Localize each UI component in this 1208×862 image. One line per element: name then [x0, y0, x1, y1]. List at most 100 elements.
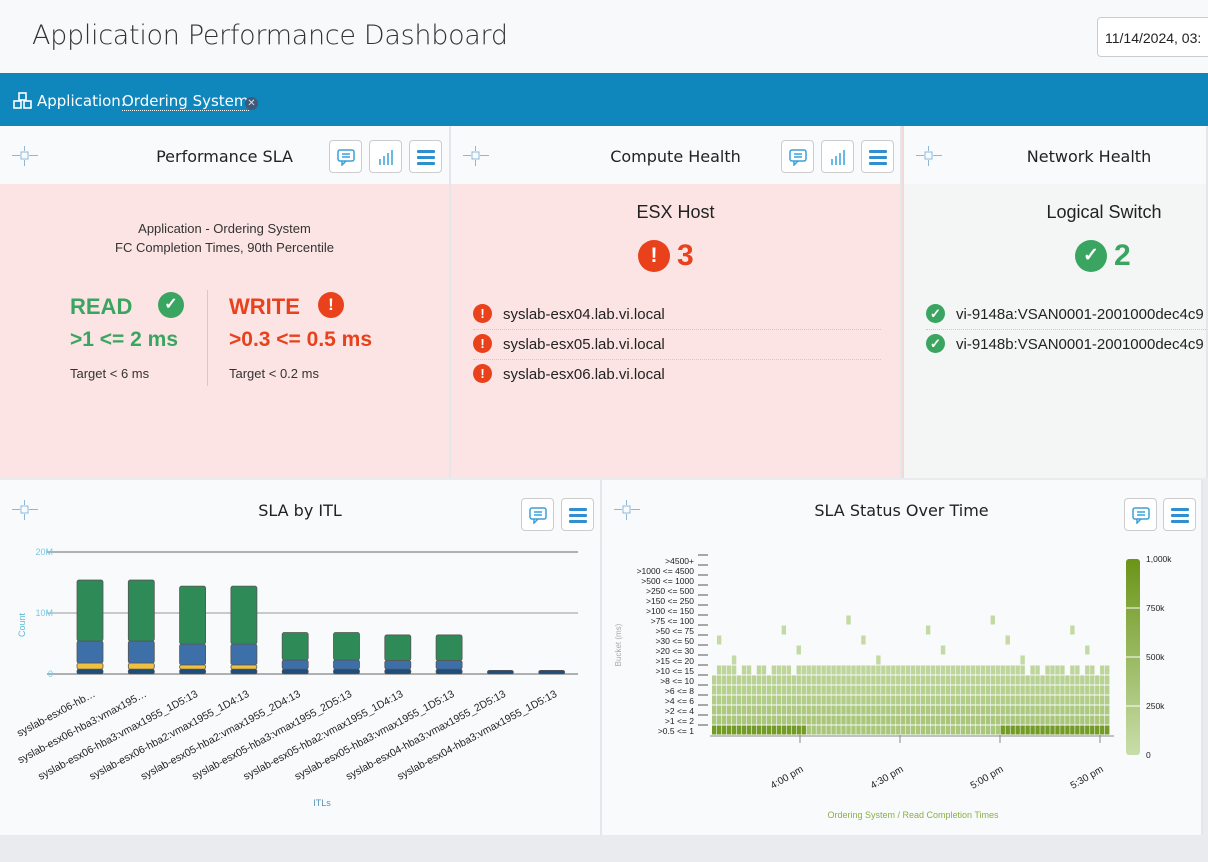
heat-cell	[1005, 715, 1010, 725]
bar-segment[interactable]	[333, 659, 360, 670]
bar-segment[interactable]	[76, 640, 104, 664]
heat-cell	[811, 665, 816, 675]
bar-segment[interactable]	[281, 659, 309, 670]
datetime-picker[interactable]: 11/14/2024, 03:	[1097, 17, 1208, 57]
bar-segment[interactable]	[538, 669, 566, 675]
menu-button[interactable]	[861, 140, 894, 173]
heat-cell	[726, 725, 732, 735]
heat-cell	[935, 665, 941, 675]
list-item[interactable]: ✓ vi-9148b:VSAN0001-2001000dec4c9	[926, 330, 1206, 360]
heat-cell	[1050, 705, 1055, 715]
heat-cell	[776, 705, 782, 715]
heat-cell	[821, 725, 826, 735]
bar-segment[interactable]	[435, 634, 463, 661]
heat-cell	[1070, 695, 1075, 705]
y-tick-label: >100 <= 150	[646, 606, 694, 616]
bar-segment[interactable]	[230, 664, 258, 670]
heat-cell	[856, 705, 861, 715]
comment-button[interactable]	[1124, 498, 1157, 531]
filter-value-link[interactable]: Ordering System	[122, 92, 249, 111]
bar-segment[interactable]	[435, 660, 463, 670]
heat-cell	[940, 705, 946, 715]
heat-cell	[736, 715, 742, 725]
heat-cell	[995, 675, 1000, 685]
y-tick-label: >4500+	[665, 556, 694, 566]
bar-segment[interactable]	[333, 632, 360, 661]
heat-cell	[960, 665, 966, 675]
heat-cell	[896, 715, 901, 725]
bar-segment[interactable]	[230, 668, 258, 675]
heat-cell	[811, 695, 816, 705]
chart-button[interactable]	[821, 140, 854, 173]
heat-cell	[831, 695, 836, 705]
heat-cell	[781, 715, 787, 725]
heat-cell	[945, 705, 951, 715]
colorbar-label: 750k	[1146, 603, 1165, 613]
heat-cell	[990, 715, 995, 725]
heat-cell	[1055, 725, 1060, 735]
menu-button[interactable]	[1163, 498, 1196, 531]
heat-cell	[721, 715, 727, 725]
heat-cell	[940, 725, 946, 735]
bar-segment[interactable]	[76, 668, 104, 675]
performance-sla-panel: Performance SLA Application - Ordering S…	[0, 126, 451, 478]
heat-cell	[1100, 725, 1105, 735]
heat-cell	[965, 675, 971, 685]
bar-segment[interactable]	[230, 643, 258, 666]
heat-cell	[995, 685, 1000, 695]
heat-cell	[876, 725, 881, 735]
comment-button[interactable]	[329, 140, 362, 173]
list-item[interactable]: ! syslab-esx05.lab.vi.local	[473, 330, 881, 360]
bar-segment[interactable]	[76, 579, 104, 642]
bar-segment[interactable]	[127, 579, 155, 642]
heat-cell	[1070, 705, 1075, 715]
comment-button[interactable]	[521, 498, 554, 531]
close-icon[interactable]: ✕	[245, 97, 258, 110]
bar-segment[interactable]	[179, 585, 207, 645]
menu-button[interactable]	[561, 498, 594, 531]
bar-segment[interactable]	[281, 668, 309, 675]
panel-title: Network Health	[1026, 147, 1152, 166]
write-target: Target < 0.2 ms	[229, 366, 319, 381]
bar-segment[interactable]	[230, 585, 258, 645]
divider	[207, 290, 208, 386]
list-item[interactable]: ! syslab-esx06.lab.vi.local	[473, 360, 881, 390]
heat-cell	[1070, 665, 1075, 675]
heat-cell	[741, 705, 747, 715]
heat-cell	[1035, 725, 1040, 735]
bar-segment[interactable]	[127, 662, 155, 670]
heat-cell	[935, 725, 941, 735]
bar-segment[interactable]	[435, 668, 463, 675]
bar-segment[interactable]	[384, 660, 412, 670]
bar-segment[interactable]	[486, 669, 514, 675]
heat-cell	[881, 665, 886, 675]
list-item[interactable]: ! syslab-esx04.lab.vi.local	[473, 300, 881, 330]
heat-cell	[1095, 685, 1100, 695]
bar-segment[interactable]	[127, 668, 155, 675]
read-value: >1 <= 2 ms	[70, 328, 179, 351]
bar-segment[interactable]	[333, 668, 360, 675]
heat-cell	[920, 725, 926, 735]
chart-button[interactable]	[369, 140, 402, 173]
bar-segment[interactable]	[384, 668, 412, 675]
bar-segment[interactable]	[179, 668, 207, 675]
bar-segment[interactable]	[179, 664, 207, 670]
heat-cell	[841, 665, 846, 675]
heat-cell	[970, 665, 976, 675]
heat-cell	[876, 655, 881, 665]
comment-button[interactable]	[781, 140, 814, 173]
bar-segment[interactable]	[127, 640, 155, 664]
bar-segment[interactable]	[384, 634, 412, 661]
heat-cell	[940, 685, 946, 695]
bar-segment[interactable]	[179, 643, 207, 666]
menu-button[interactable]	[409, 140, 442, 173]
heat-cell	[856, 685, 861, 695]
bar-segment[interactable]	[281, 632, 309, 661]
heat-cell	[766, 725, 772, 735]
bar-segment[interactable]	[76, 662, 104, 670]
heat-cell	[915, 685, 921, 695]
heat-cell	[970, 675, 976, 685]
list-item[interactable]: ✓ vi-9148a:VSAN0001-2001000dec4c9	[926, 300, 1206, 330]
sla-by-itl-chart: Count ITLs 010M20Msyslab-esx06-hb…syslab…	[15, 547, 578, 808]
heat-cell	[806, 725, 811, 735]
